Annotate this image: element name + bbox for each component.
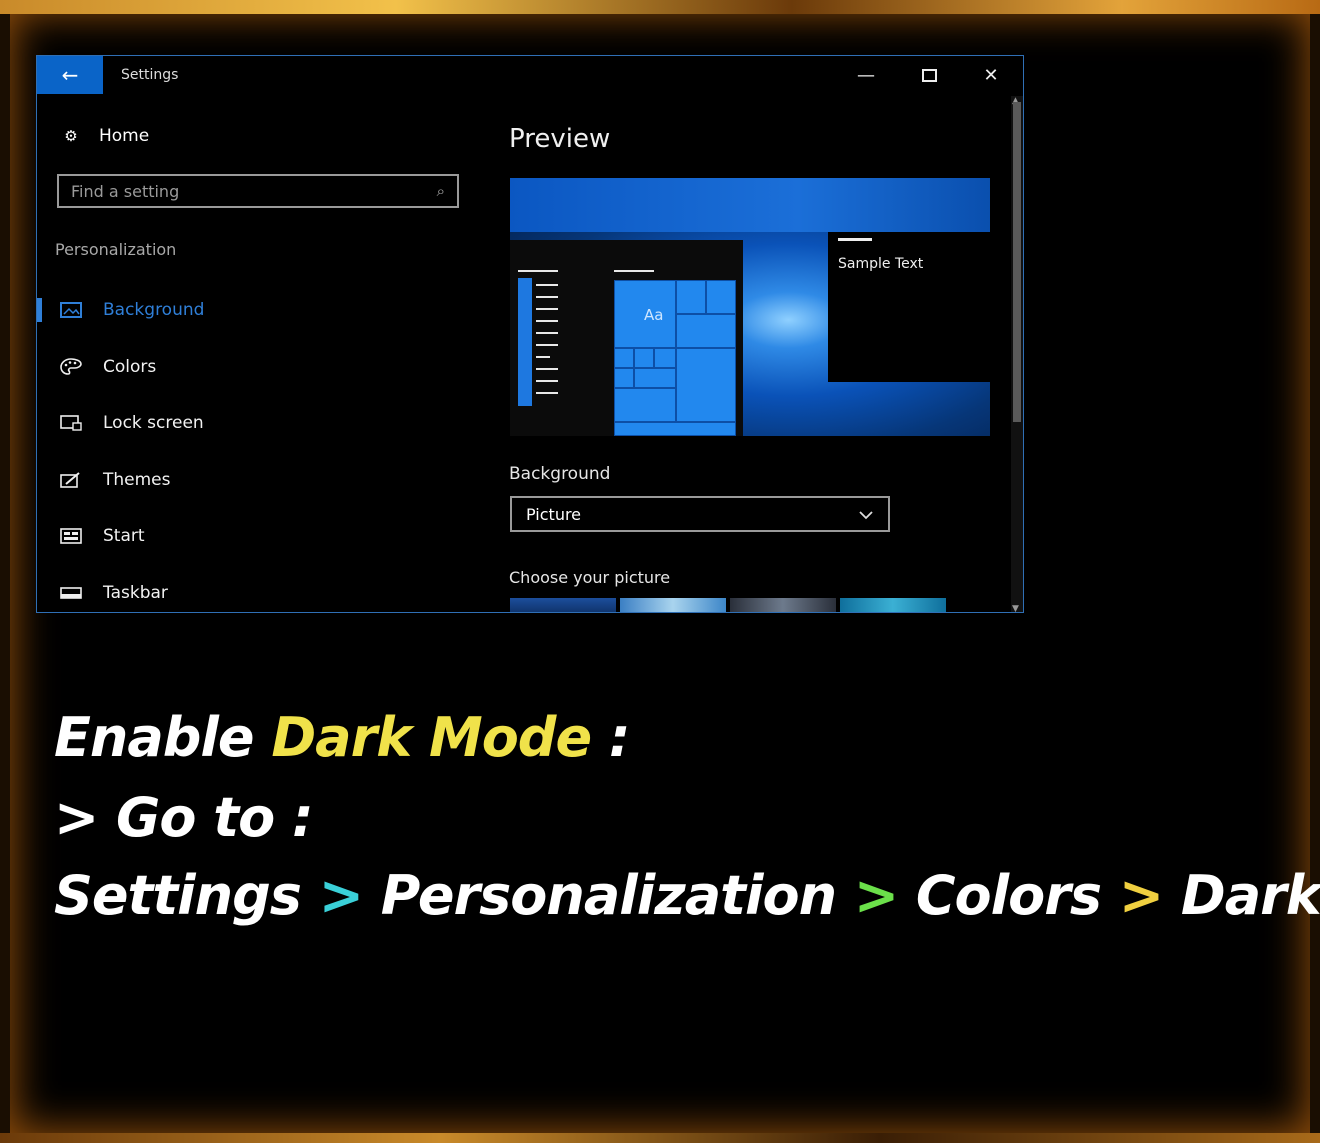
background-dropdown-value: Picture bbox=[526, 504, 582, 524]
nav-home[interactable]: ⚙ Home bbox=[59, 126, 149, 146]
preview-tile bbox=[614, 368, 634, 388]
sidebar-item-label: Start bbox=[103, 526, 145, 547]
search-icon[interactable]: ⌕ bbox=[437, 182, 445, 200]
picture-thumbnails bbox=[510, 598, 946, 612]
back-button[interactable]: ← bbox=[37, 56, 103, 94]
caption-path: Settings > Personalization > Colors > Da… bbox=[54, 864, 1320, 927]
title-bar: ← Settings — ✕ bbox=[37, 56, 1023, 94]
sidebar-item-label: Lock screen bbox=[103, 413, 204, 434]
preview-tile bbox=[614, 422, 736, 436]
back-arrow-icon: ← bbox=[61, 63, 79, 87]
sidebar-item-taskbar[interactable]: Taskbar bbox=[37, 565, 477, 613]
preview-line bbox=[536, 356, 550, 358]
preview-heading: Preview bbox=[509, 124, 611, 154]
preview-tile bbox=[676, 314, 736, 348]
path-separator: > bbox=[853, 864, 899, 927]
preview-tile bbox=[614, 348, 634, 368]
preview-tile bbox=[676, 280, 706, 314]
picture-thumbnail[interactable] bbox=[840, 598, 946, 612]
nav-list: Background Colors Lock screen Themes Sta… bbox=[37, 282, 477, 613]
preview-line bbox=[536, 284, 558, 286]
lock-screen-icon bbox=[59, 414, 83, 432]
start-icon bbox=[59, 527, 83, 545]
path-colors: Colors bbox=[915, 864, 1102, 927]
preview-window-bar bbox=[838, 238, 872, 241]
caption-colon: : bbox=[591, 706, 631, 769]
sidebar-item-themes[interactable]: Themes bbox=[37, 452, 477, 509]
picture-icon bbox=[59, 301, 83, 319]
sidebar-item-label: Themes bbox=[103, 469, 171, 490]
sidebar-item-label: Taskbar bbox=[103, 582, 168, 603]
maximize-button[interactable] bbox=[909, 62, 949, 88]
chevron-down-icon bbox=[858, 505, 874, 524]
sidebar-item-start[interactable]: Start bbox=[37, 508, 477, 565]
background-label: Background bbox=[509, 464, 611, 484]
section-label: Personalization bbox=[55, 240, 177, 259]
preview-tile bbox=[614, 388, 676, 422]
preview-tile-text: Aa bbox=[644, 306, 664, 324]
choose-picture-label: Choose your picture bbox=[509, 568, 671, 587]
sidebar-item-colors[interactable]: Colors bbox=[37, 339, 477, 396]
sidebar-item-background[interactable]: Background bbox=[37, 282, 477, 339]
preview-line bbox=[536, 392, 558, 394]
background-dropdown[interactable]: Picture bbox=[510, 496, 890, 532]
preview-tile bbox=[634, 368, 676, 388]
preview-tile bbox=[676, 348, 736, 422]
search-box[interactable]: Find a setting ⌕ bbox=[57, 174, 459, 208]
caption-line-2: > Go to : bbox=[54, 786, 314, 849]
preview-line bbox=[518, 270, 558, 272]
path-dark: Dark bbox=[1180, 864, 1320, 927]
maximize-icon bbox=[921, 68, 937, 82]
nav-home-label: Home bbox=[99, 126, 150, 146]
settings-window: ← Settings — ✕ ⚙ Home Find a setting ⌕ P… bbox=[36, 55, 1024, 613]
scroll-down-icon[interactable]: ▼ bbox=[1012, 604, 1019, 612]
path-separator: > bbox=[1118, 864, 1164, 927]
window-title: Settings bbox=[121, 67, 179, 83]
scroll-thumb[interactable] bbox=[1013, 102, 1021, 422]
preview-image: Aa Sample Text bbox=[510, 178, 990, 436]
brush-icon bbox=[59, 471, 83, 489]
sidebar-item-label: Colors bbox=[103, 356, 157, 377]
picture-thumbnail[interactable] bbox=[510, 598, 616, 612]
search-input[interactable]: Find a setting bbox=[71, 182, 437, 201]
gear-icon: ⚙ bbox=[64, 127, 78, 145]
path-personalization: Personalization bbox=[380, 864, 837, 927]
preview-tile bbox=[706, 280, 736, 314]
sidebar-item-lock-screen[interactable]: Lock screen bbox=[37, 395, 477, 452]
preview-line bbox=[536, 320, 558, 322]
preview-tile bbox=[654, 348, 676, 368]
minimize-button[interactable]: — bbox=[846, 62, 886, 88]
close-button[interactable]: ✕ bbox=[971, 62, 1011, 88]
preview-tiles: Aa bbox=[614, 280, 736, 436]
preview-line bbox=[536, 380, 558, 382]
preview-line bbox=[536, 368, 558, 370]
taskbar-icon bbox=[59, 584, 83, 602]
preview-tile bbox=[634, 348, 654, 368]
sidebar-item-label: Background bbox=[103, 300, 205, 321]
preview-line bbox=[614, 270, 654, 272]
preview-window: Sample Text bbox=[828, 232, 990, 382]
preview-line bbox=[536, 332, 558, 334]
preview-line bbox=[536, 308, 558, 310]
preview-sample-text: Sample Text bbox=[838, 256, 924, 272]
preview-sky bbox=[510, 178, 990, 232]
picture-thumbnail[interactable] bbox=[730, 598, 836, 612]
caption-dark-mode: Dark Mode bbox=[271, 706, 592, 769]
palette-icon bbox=[59, 357, 83, 376]
preview-line bbox=[536, 344, 558, 346]
picture-thumbnail[interactable] bbox=[620, 598, 726, 612]
path-separator: > bbox=[318, 864, 364, 927]
preview-start-menu: Aa bbox=[510, 240, 743, 436]
caption-line-1: Enable Dark Mode : bbox=[54, 706, 631, 769]
path-settings: Settings bbox=[54, 864, 302, 927]
preview-line bbox=[536, 296, 558, 298]
caption-enable: Enable bbox=[54, 706, 272, 769]
preview-rail bbox=[518, 278, 532, 406]
scrollbar[interactable]: ▲ ▼ bbox=[1011, 96, 1023, 612]
